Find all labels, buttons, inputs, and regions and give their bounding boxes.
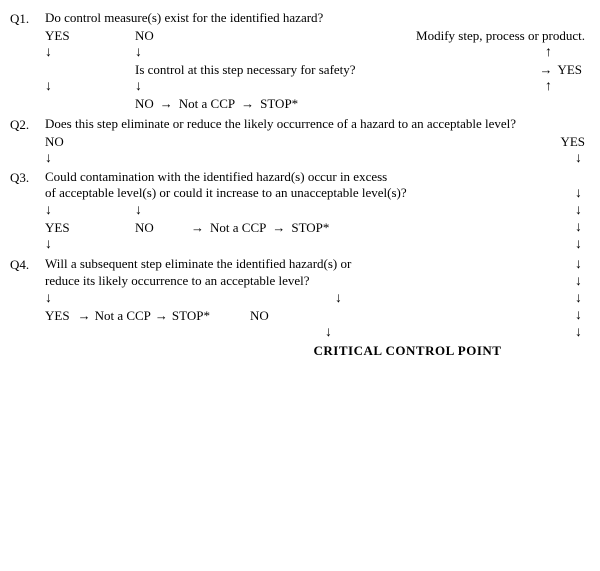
q4-stop: STOP* — [172, 308, 210, 324]
q1-question: Do control measure(s) exist for the iden… — [45, 10, 590, 26]
q4-not-ccp: Not a CCP — [95, 308, 151, 324]
q3-no: NO — [135, 220, 185, 236]
q1-yes: YES — [45, 28, 135, 44]
q3-stop: STOP* — [291, 220, 329, 236]
q2-label: Q2. — [10, 116, 45, 167]
q3-not-ccp: Not a CCP — [210, 220, 266, 236]
q1-label: Q1. — [10, 10, 45, 114]
ccp-label: CRITICAL CONTROL POINT — [245, 343, 570, 359]
q1-sub-no: NO — [135, 96, 154, 112]
q2-yes: YES — [560, 134, 590, 150]
q3-yes: YES — [45, 220, 135, 236]
q3-question-line2: of acceptable level(s) or could it incre… — [45, 185, 575, 201]
q1-stop: STOP* — [260, 96, 298, 112]
q1-modify: Modify step, process or product. — [265, 28, 590, 44]
q2-no: NO — [45, 134, 135, 150]
haccp-decision-tree: Q1. Do control measure(s) exist for the … — [0, 0, 600, 571]
q1-sub-question: Is control at this step necessary for sa… — [135, 62, 539, 78]
q4-no: NO — [250, 308, 269, 324]
q2-question: Does this step eliminate or reduce the l… — [45, 116, 590, 132]
q4-yes: YES — [45, 308, 70, 324]
q1-not-ccp: Not a CCP — [179, 96, 235, 112]
q4-question-line2: reduce its likely occurrence to an accep… — [45, 273, 575, 289]
q1-no: NO — [135, 28, 265, 44]
q4-question-line1: Will a subsequent step eliminate the ide… — [45, 256, 575, 272]
q3-label: Q3. — [10, 169, 45, 253]
q1-sub-yes: YES — [557, 62, 582, 78]
q4-label: Q4. — [10, 256, 45, 359]
q3-question-line1: Could contamination with the identified … — [45, 169, 590, 185]
